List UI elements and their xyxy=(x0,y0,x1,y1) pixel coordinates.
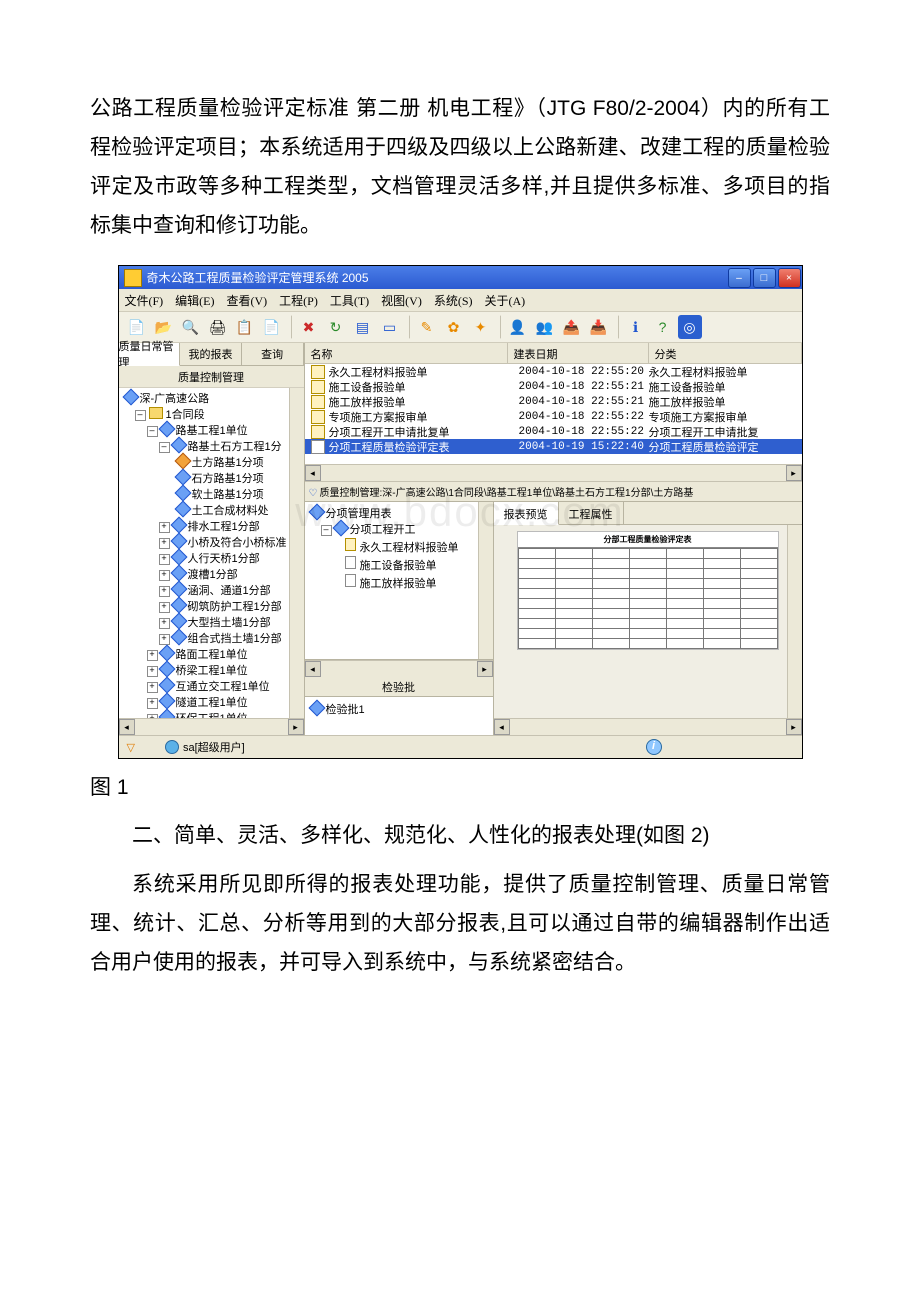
window-maximize-button[interactable]: □ xyxy=(753,268,776,288)
tb-list-icon[interactable]: ▤ xyxy=(351,315,375,339)
preview-tabs: 报表预览 工程属性 xyxy=(494,502,802,525)
tb-info-icon[interactable]: ℹ xyxy=(624,315,648,339)
tb-user2-icon[interactable]: 👥 xyxy=(533,315,557,339)
paragraph-section-2: 系统采用所见即所得的报表处理功能，提供了质量控制管理、质量日常管理、统计、汇总、… xyxy=(90,866,830,983)
menu-edit[interactable]: 编辑(E) xyxy=(175,292,214,309)
doc-icon xyxy=(311,410,325,424)
project-tree[interactable]: 深-广高速公路 –1合同段 –路基工程1单位 –路基土石方工程1分 土方路基1分… xyxy=(119,388,304,718)
tb-sep-4 xyxy=(618,315,620,339)
scroll-left-icon[interactable]: ◂ xyxy=(305,465,321,481)
tb-form-icon[interactable]: ▭ xyxy=(378,315,402,339)
tb-tool3-icon[interactable]: ✦ xyxy=(469,315,493,339)
status-bar: ▽ sa[超级用户] i xyxy=(119,735,802,758)
col-name[interactable]: 名称 xyxy=(305,343,508,363)
tb-delete-icon[interactable]: ✖ xyxy=(297,315,321,339)
scroll-right-icon[interactable]: ▸ xyxy=(786,719,802,735)
doc-icon xyxy=(311,395,325,409)
list-row[interactable]: 施工放样报验单2004-10-18 22:55:21施工放样报验单 xyxy=(305,394,802,409)
window-titlebar[interactable]: 奇木公路工程质量检验评定管理系统 2005 – □ × xyxy=(119,266,802,289)
list-hscrollbar[interactable]: ◂ ▸ xyxy=(305,464,802,482)
app-icon xyxy=(124,269,142,287)
tab-query[interactable]: 查询 xyxy=(242,343,304,365)
tab-daily-mgmt[interactable]: 质量日常管理 xyxy=(119,343,181,366)
left-panel-title: 质量控制管理 xyxy=(119,366,304,388)
scroll-left-icon[interactable]: ◂ xyxy=(494,719,510,735)
tb-new-icon[interactable]: 📄 xyxy=(125,315,149,339)
tb-sep-2 xyxy=(409,315,411,339)
file-icon xyxy=(345,556,356,569)
globe-icon xyxy=(165,740,179,754)
paragraph-intro: 公路工程质量检验评定标准 第二册 机电工程》（JTG F80/2-2004）内的… xyxy=(90,90,830,245)
subtree-hscrollbar[interactable]: ◂ ▸ xyxy=(305,660,493,677)
tb-user1-icon[interactable]: 👤 xyxy=(506,315,530,339)
window-close-button[interactable]: × xyxy=(778,268,801,288)
heart-icon: ♡ xyxy=(309,488,318,499)
window-title: 奇木公路工程质量检验评定管理系统 2005 xyxy=(147,269,727,286)
tb-paste-icon[interactable]: 📄 xyxy=(260,315,284,339)
tb-preview-icon[interactable]: 🔍 xyxy=(179,315,203,339)
doc-icon xyxy=(311,440,325,454)
chevron-down-icon[interactable]: ▽ xyxy=(127,741,135,754)
menu-view[interactable]: 查看(V) xyxy=(227,292,268,309)
tb-help-icon[interactable]: ? xyxy=(651,315,675,339)
menu-about[interactable]: 关于(A) xyxy=(485,292,526,309)
scroll-right-icon[interactable]: ▸ xyxy=(786,465,802,481)
toolbar: 📄 📂 🔍 🖨 📋 📄 ✖ ↻ ▤ ▭ ✎ ✿ ✦ 👤 👥 📤 📥 ℹ ? ◎ xyxy=(119,312,802,343)
list-header: 名称 建表日期 分类 xyxy=(305,343,802,364)
tb-print-icon[interactable]: 🖨 xyxy=(206,315,230,339)
menu-file[interactable]: 文件(F) xyxy=(125,292,164,309)
tb-sep-3 xyxy=(500,315,502,339)
batch-section-title: 检验批 xyxy=(305,677,493,697)
tb-tool2-icon[interactable]: ✿ xyxy=(442,315,466,339)
scroll-left-icon[interactable]: ◂ xyxy=(305,661,321,677)
section-2-heading: 二、简单、灵活、多样化、规范化、人性化的报表处理(如图 2) xyxy=(90,817,830,856)
file-icon xyxy=(345,538,356,551)
list-row[interactable]: 专项施工方案报审单2004-10-18 22:55:22专项施工方案报审单 xyxy=(305,409,802,424)
doc-icon xyxy=(311,365,325,379)
tb-export-icon[interactable]: 📤 xyxy=(560,315,584,339)
tab-project-props[interactable]: 工程属性 xyxy=(559,502,624,524)
report-preview[interactable]: 分部工程质量检验评定表 xyxy=(494,525,802,718)
tb-sep-1 xyxy=(291,315,293,339)
tb-copy-icon[interactable]: 📋 xyxy=(233,315,257,339)
menu-view2[interactable]: 视图(V) xyxy=(381,292,422,309)
tb-open-icon[interactable]: 📂 xyxy=(152,315,176,339)
batch-list[interactable]: 检验批1 xyxy=(305,697,493,735)
tb-refresh-icon[interactable]: ↻ xyxy=(324,315,348,339)
tb-stop-icon[interactable]: ◎ xyxy=(678,315,702,339)
info-icon[interactable]: i xyxy=(646,739,662,755)
scroll-left-icon[interactable]: ◂ xyxy=(119,719,135,735)
tab-report-preview[interactable]: 报表预览 xyxy=(494,502,559,525)
status-user: sa[超级用户] xyxy=(183,739,245,755)
file-icon xyxy=(345,574,356,587)
menu-tools[interactable]: 工具(T) xyxy=(330,292,369,309)
tb-import-icon[interactable]: 📥 xyxy=(587,315,611,339)
breadcrumb: ♡质量控制管理:深-广高速公路\1合同段\路基工程1单位\路基土石方工程1分部\… xyxy=(305,482,802,502)
list-row-selected[interactable]: 分项工程质量检验评定表2004-10-19 15:22:40分项工程质量检验评定 xyxy=(305,439,802,454)
report-list[interactable]: 永久工程材料报验单2004-10-18 22:55:20永久工程材料报验单 施工… xyxy=(305,364,802,464)
col-date[interactable]: 建表日期 xyxy=(508,343,649,363)
list-row[interactable]: 施工设备报验单2004-10-18 22:55:21施工设备报验单 xyxy=(305,379,802,394)
list-row[interactable]: 分项工程开工申请批复单2004-10-18 22:55:22分项工程开工申请批复 xyxy=(305,424,802,439)
tb-tool1-icon[interactable]: ✎ xyxy=(415,315,439,339)
menu-project[interactable]: 工程(P) xyxy=(279,292,318,309)
scroll-right-icon[interactable]: ▸ xyxy=(288,719,304,735)
doc-icon xyxy=(311,425,325,439)
list-row[interactable]: 永久工程材料报验单2004-10-18 22:55:20永久工程材料报验单 xyxy=(305,364,802,379)
figure-1-caption: 图 1 xyxy=(90,771,830,801)
tab-my-reports[interactable]: 我的报表 xyxy=(180,343,242,365)
col-cat[interactable]: 分类 xyxy=(649,343,802,363)
tree-hscrollbar[interactable]: ◂ ▸ xyxy=(119,718,304,735)
window-minimize-button[interactable]: – xyxy=(728,268,751,288)
preview-hscrollbar[interactable]: ◂ ▸ xyxy=(494,718,802,735)
menu-bar[interactable]: 文件(F) 编辑(E) 查看(V) 工程(P) 工具(T) 视图(V) 系统(S… xyxy=(119,289,802,312)
tree-vscrollbar[interactable] xyxy=(289,388,304,718)
preview-sheet: 分部工程质量检验评定表 xyxy=(517,531,779,650)
doc-icon xyxy=(311,380,325,394)
figure-1-screenshot: 奇木公路工程质量检验评定管理系统 2005 – □ × 文件(F) 编辑(E) … xyxy=(118,265,803,759)
menu-system[interactable]: 系统(S) xyxy=(434,292,473,309)
scroll-right-icon[interactable]: ▸ xyxy=(477,661,493,677)
left-tabs: 质量日常管理 我的报表 查询 xyxy=(119,343,304,366)
sub-tree[interactable]: 分项管理用表 –分项工程开工 永久工程材料报验单 施工设备报验单 施工放样报验单 xyxy=(305,502,493,660)
